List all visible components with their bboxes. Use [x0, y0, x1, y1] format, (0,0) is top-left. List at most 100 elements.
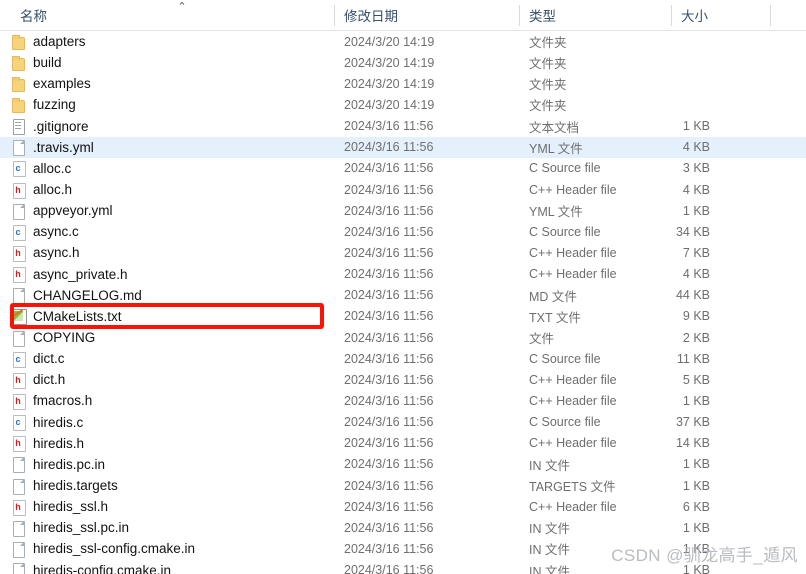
file-type-cell: C Source file: [529, 415, 601, 430]
column-header-name[interactable]: 名称: [10, 0, 47, 30]
file-name-cell[interactable]: hiredis-config.cmake.in: [10, 562, 171, 574]
table-row[interactable]: dict.c 2024/3/16 11:56 C Source file 11 KB: [0, 348, 806, 369]
file-size-cell: 1 KB: [682, 203, 710, 218]
blank-page-icon: [10, 330, 26, 347]
file-name-cell[interactable]: async.h: [10, 245, 80, 262]
file-name-cell[interactable]: async.c: [10, 224, 79, 241]
c-source-icon: [10, 414, 26, 432]
folder-icon: [10, 34, 26, 50]
file-name-cell[interactable]: alloc.c: [10, 160, 71, 178]
file-date-cell: 2024/3/16 11:56: [344, 140, 434, 155]
file-name-cell[interactable]: dict.h: [10, 372, 66, 389]
file-name-label: dict.c: [33, 351, 65, 367]
file-size-cell: 1 KB: [682, 393, 710, 408]
blank-page-icon: [10, 203, 26, 220]
table-row[interactable]: CMakeLists.txt 2024/3/16 11:56 TXT 文件 9 KB: [0, 306, 806, 327]
file-type-cell: C Source file: [529, 351, 601, 366]
file-type-cell: C Source file: [529, 224, 601, 239]
table-row[interactable]: dict.h2024/3/16 11:56C++ Header file5 KB: [0, 369, 806, 390]
file-date-cell: 2024/3/16 11:56: [344, 499, 434, 514]
table-row[interactable]: hiredis_ssl.pc.in 2024/3/16 11:56 IN 文件 1 K…: [0, 517, 806, 538]
file-type-cell: 文本文档: [529, 120, 580, 135]
h-header-icon: [10, 499, 26, 516]
file-name-cell[interactable]: hiredis.c: [10, 414, 84, 432]
column-header-date-modified[interactable]: 修改日期: [334, 0, 398, 30]
file-name-cell[interactable]: hiredis_ssl.h: [10, 499, 108, 516]
file-name-cell[interactable]: .travis.yml: [10, 139, 94, 157]
file-name-label: build: [33, 55, 62, 71]
column-divider-size-end[interactable]: [770, 5, 771, 26]
csdn-watermark: CSDN @驯龙高手_遁风: [611, 546, 798, 565]
file-date-cell: 2024/3/16 11:56: [344, 372, 434, 387]
table-row[interactable]: fuzzing 2024/3/20 14:19 文件夹: [0, 94, 806, 115]
file-name-cell[interactable]: CHANGELOG.md: [10, 287, 142, 305]
file-size-cell: 4 KB: [682, 182, 710, 197]
table-row[interactable]: .gitignore 2024/3/16 11:56 文本文档 1 KB: [0, 116, 806, 137]
file-name-cell[interactable]: alloc.h: [10, 182, 72, 199]
table-row[interactable]: CHANGELOG.md 2024/3/16 11:56 MD 文件 44 KB: [0, 285, 806, 306]
file-size-cell: 1 KB: [682, 119, 710, 134]
table-row[interactable]: alloc.h2024/3/16 11:56C++ Header file4 K…: [0, 179, 806, 200]
file-name-cell[interactable]: hiredis.pc.in: [10, 456, 105, 474]
sort-ascending-icon[interactable]: ⌃: [175, 2, 189, 13]
file-date-cell: 2024/3/16 11:56: [344, 563, 434, 574]
column-header-size[interactable]: 大小: [671, 0, 708, 30]
table-row[interactable]: async.c 2024/3/16 11:56 C Source file 34 KB: [0, 221, 806, 242]
h-header-icon: [10, 245, 26, 262]
table-row[interactable]: .travis.yml 2024/3/16 11:56 YML 文件 4 KB: [0, 136, 806, 158]
file-name-cell[interactable]: dict.c: [10, 351, 65, 368]
blank-page-icon: [10, 287, 26, 305]
blank-page-icon: [10, 520, 26, 537]
table-row[interactable]: alloc.c 2024/3/16 11:56 C Source file 3 KB: [0, 158, 806, 179]
table-row[interactable]: hiredis.c 2024/3/16 11:56 C Source file 37 …: [0, 412, 806, 433]
file-name-cell[interactable]: hiredis.targets: [10, 478, 118, 495]
column-header-type[interactable]: 类型: [519, 0, 556, 30]
file-name-cell[interactable]: build: [10, 55, 62, 71]
file-name-cell[interactable]: .gitignore: [10, 118, 89, 136]
file-name-label: async_private.h: [33, 266, 128, 282]
file-name-label: hiredis.c: [33, 414, 84, 430]
table-row[interactable]: hiredis.targets 2024/3/16 11:56 TARGETS 文件…: [0, 475, 806, 496]
table-row[interactable]: async_private.h2024/3/16 11:56C++ Header…: [0, 264, 806, 285]
file-name-label: dict.h: [33, 372, 66, 388]
file-name-cell[interactable]: adapters: [10, 34, 86, 50]
file-date-cell: 2024/3/16 11:56: [344, 309, 434, 324]
table-row[interactable]: appveyor.yml 2024/3/16 11:56 YML 文件 1 KB: [0, 200, 806, 221]
file-name-cell[interactable]: hiredis.h: [10, 435, 84, 453]
file-date-cell: 2024/3/16 11:56: [344, 161, 434, 176]
file-type-cell: YML 文件: [529, 141, 583, 156]
table-row[interactable]: hiredis.h2024/3/16 11:56C++ Header file1…: [0, 433, 806, 454]
file-name-cell[interactable]: COPYING: [10, 330, 95, 347]
file-name-label: hiredis_ssl.pc.in: [33, 520, 130, 536]
table-row[interactable]: adapters 2024/3/20 14:19 文件夹: [0, 31, 806, 52]
table-row[interactable]: build 2024/3/20 14:19 文件夹: [0, 52, 806, 73]
file-date-cell: 2024/3/16 11:56: [344, 541, 434, 556]
table-row[interactable]: hiredis.pc.in 2024/3/16 11:56 IN 文件 1 KB: [0, 454, 806, 475]
file-name-cell[interactable]: CMakeLists.txt: [10, 308, 122, 326]
file-name-label: hiredis_ssl-config.cmake.in: [33, 541, 196, 557]
file-name-cell[interactable]: async_private.h: [10, 266, 128, 284]
table-row[interactable]: async.h2024/3/16 11:56C++ Header file7 K…: [0, 242, 806, 263]
file-date-cell: 2024/3/20 14:19: [344, 55, 435, 70]
file-name-label: fuzzing: [33, 97, 76, 113]
table-row[interactable]: COPYING 2024/3/16 11:56 文件 2 KB: [0, 327, 806, 348]
file-list[interactable]: adapters 2024/3/20 14:19 文件夹 build 2024/3/20…: [0, 31, 806, 574]
file-name-cell[interactable]: fuzzing: [10, 97, 76, 113]
file-date-cell: 2024/3/16 11:56: [344, 415, 434, 430]
file-date-cell: 2024/3/16 11:56: [344, 288, 434, 303]
file-name-cell[interactable]: hiredis_ssl-config.cmake.in: [10, 541, 196, 558]
file-date-cell: 2024/3/16 11:56: [344, 393, 434, 408]
file-size-cell: 1 KB: [682, 457, 710, 472]
file-name-cell[interactable]: fmacros.h: [10, 393, 92, 410]
folder-icon: [10, 76, 26, 92]
file-name-cell[interactable]: appveyor.yml: [10, 203, 113, 220]
table-row[interactable]: examples 2024/3/20 14:19 文件夹: [0, 73, 806, 94]
file-date-cell: 2024/3/20 14:19: [344, 97, 435, 112]
file-type-cell: MD 文件: [529, 289, 577, 304]
file-name-cell[interactable]: examples: [10, 76, 91, 92]
file-name-cell[interactable]: hiredis_ssl.pc.in: [10, 520, 130, 537]
file-date-cell: 2024/3/16 11:56: [344, 520, 434, 535]
blank-page-icon: [10, 456, 26, 474]
table-row[interactable]: hiredis_ssl.h2024/3/16 11:56C++ Header f…: [0, 496, 806, 517]
table-row[interactable]: fmacros.h2024/3/16 11:56C++ Header file1…: [0, 390, 806, 411]
